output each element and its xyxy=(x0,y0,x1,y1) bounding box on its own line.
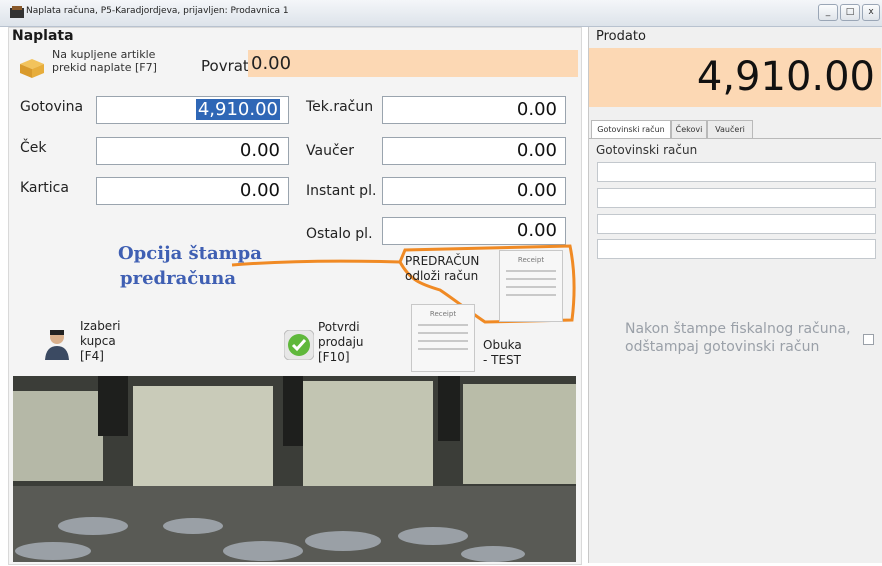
tab-checks[interactable]: Čekovi xyxy=(671,120,707,139)
cash-receipt-title: Gotovinski račun xyxy=(596,143,698,157)
check-label: Ček xyxy=(20,140,47,156)
sold-total-box: 4,910.00 xyxy=(589,48,881,107)
receipt-header-training: Receipt xyxy=(429,310,457,318)
cash-receipt-line[interactable] xyxy=(597,214,876,234)
bank-account-input[interactable]: 0.00 xyxy=(382,96,566,124)
cancel-payment-button[interactable]: Na kupljene artikle prekid naplate [F7] xyxy=(18,48,193,80)
minimize-button[interactable]: _ xyxy=(818,4,838,21)
confirm-sale-button[interactable]: Potvrdi prodaju [F10] xyxy=(284,320,394,370)
person-icon xyxy=(45,330,69,360)
voucher-label: Vaučer xyxy=(306,143,355,159)
receipt-icon-training: Receipt xyxy=(411,304,475,372)
cash-drawer-image xyxy=(13,376,576,562)
training-label2: - TEST xyxy=(483,353,522,367)
choose-customer-button[interactable]: Izaberi kupca [F4] xyxy=(44,319,154,372)
confirm-sale-label3: [F10] xyxy=(318,350,350,364)
card-label: Kartica xyxy=(20,180,69,196)
window-title: Naplata računa, P5-Karadjordjeva, prijav… xyxy=(26,6,289,16)
receipt-header: Receipt xyxy=(517,256,545,264)
cash-value: 4,910.00 xyxy=(195,99,280,120)
title-bar: Naplata računa, P5-Karadjordjeva, prijav… xyxy=(0,0,882,27)
card-input[interactable]: 0.00 xyxy=(96,177,289,205)
fiscal-note-line2: odštampaj gotovinski račun xyxy=(625,339,820,355)
return-label: Povrat xyxy=(201,57,249,75)
section-title: Naplata xyxy=(12,28,74,44)
other-payment-input[interactable]: 0.00 xyxy=(382,217,566,245)
proforma-label2: odloži račun xyxy=(405,269,479,283)
training-label1: Obuka xyxy=(483,338,522,352)
voucher-input[interactable]: 0.00 xyxy=(382,137,566,165)
check-input[interactable]: 0.00 xyxy=(96,137,289,165)
tab-cash-receipt[interactable]: Gotovinski račun xyxy=(591,120,671,139)
fiscal-checkbox[interactable] xyxy=(863,334,874,345)
instant-payment-input[interactable]: 0.00 xyxy=(382,177,566,205)
choose-customer-label1: Izaberi xyxy=(80,319,121,333)
cash-receipt-line[interactable] xyxy=(597,162,876,182)
tab-vouchers[interactable]: Vaučeri xyxy=(707,120,753,139)
fiscal-note-line1: Nakon štampe fiskalnog računa, xyxy=(625,321,851,337)
app-icon xyxy=(10,6,24,18)
checkmark-icon xyxy=(284,330,314,360)
box-icon xyxy=(20,59,44,78)
choose-customer-label2: kupca xyxy=(80,334,116,348)
proforma-label1: PREDRAČUN xyxy=(405,254,480,268)
training-button[interactable]: Receipt Obuka - TEST xyxy=(411,304,531,374)
return-value: 0.00 xyxy=(248,50,578,77)
maximize-button[interactable]: □ xyxy=(840,4,860,21)
instant-payment-label: Instant pl. xyxy=(306,183,377,199)
close-button[interactable]: x xyxy=(862,4,880,21)
confirm-sale-label2: prodaju xyxy=(318,335,364,349)
cash-label: Gotovina xyxy=(20,99,84,115)
confirm-sale-label1: Potvrdi xyxy=(318,320,360,334)
cancel-payment-label: Na kupljene artikle prekid naplate [F7] xyxy=(52,48,157,74)
annotation-line2: predračuna xyxy=(120,268,237,289)
sold-pane xyxy=(588,27,882,563)
sold-title: Prodato xyxy=(596,29,646,44)
choose-customer-label3: [F4] xyxy=(80,349,104,363)
tab-divider xyxy=(589,138,881,139)
cash-receipt-line[interactable] xyxy=(597,239,876,259)
cash-input[interactable]: 4,910.00 xyxy=(96,96,289,124)
annotation-line1: Opcija štampa xyxy=(118,243,262,264)
sold-total: 4,910.00 xyxy=(696,54,875,100)
cash-receipt-line[interactable] xyxy=(597,188,876,208)
other-payment-label: Ostalo pl. xyxy=(306,226,373,242)
bank-account-label: Tek.račun xyxy=(306,99,374,115)
